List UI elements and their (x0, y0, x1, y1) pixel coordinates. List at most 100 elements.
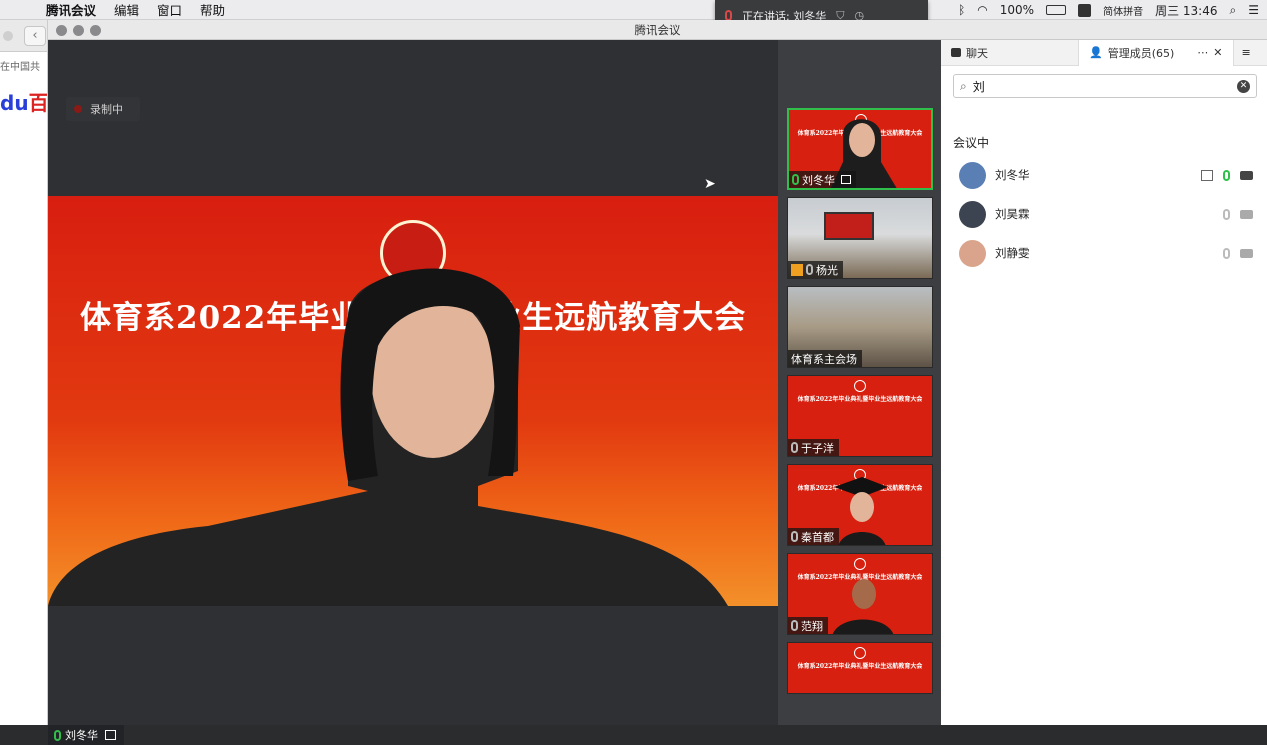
spotlight-search-icon[interactable]: ⌕ (1230, 3, 1237, 18)
back-button[interactable]: ‹ (24, 26, 46, 46)
avatar (959, 239, 986, 267)
control-center-icon[interactable]: ☰ (1248, 3, 1259, 17)
thumbnail-tile[interactable]: 体育系2022年毕业典礼暨毕业生远航教育大会 范翔 (787, 553, 933, 635)
panel-menu-icon[interactable]: ≡ (1242, 46, 1251, 59)
baidu-logo-paw-icon: du (0, 91, 29, 115)
zoom-window-button[interactable] (90, 25, 101, 36)
mic-muted-icon (791, 442, 798, 453)
baidu-logo-text: 百 (28, 91, 47, 115)
thumbnail-tile[interactable]: 杨光 (787, 197, 933, 279)
university-emblem-icon (854, 647, 866, 659)
member-row[interactable]: 刘昊霖 (941, 195, 1267, 233)
participant-thumbnail-strip[interactable]: 体育系2022年毕业典礼暨毕业生远航教育大会 刘冬华 杨光 体育系主会场 体育系… (778, 40, 941, 725)
mic-muted-icon (791, 531, 798, 542)
thumbnail-caption: 秦首都 (788, 528, 839, 545)
window-title: 腾讯会议 (634, 23, 681, 37)
member-name: 刘昊霖 (995, 207, 1030, 221)
thumbnail-banner-text: 体育系2022年毕业典礼暨毕业生远航教育大会 (797, 396, 923, 403)
member-name: 刘静雯 (995, 246, 1030, 260)
university-emblem-icon (854, 558, 866, 570)
speaker-silhouette (48, 268, 728, 606)
mic-muted-icon[interactable] (1223, 247, 1230, 259)
main-speaker-label: 刘冬华 (48, 725, 124, 745)
clear-search-icon[interactable]: ✕ (1237, 79, 1250, 93)
tab-chat-label: 聊天 (966, 46, 988, 60)
host-badge-icon (791, 263, 803, 276)
main-video-area[interactable]: 录制中 体育系2022年毕业典礼暨毕业生远航教育大会 ➤ 刘冬华 (48, 40, 778, 745)
window-close-dot[interactable] (3, 31, 13, 41)
thumbnail-tile[interactable]: 体育系2022年毕业典礼暨毕业生远航教育大会 (787, 642, 933, 694)
tab-members[interactable]: 👤 管理成员(65) ⋯ ✕ (1078, 39, 1234, 66)
thumbnail-name: 于子洋 (801, 441, 834, 455)
thumbnail-tile[interactable]: 体育系2022年毕业典礼暨毕业生远航教育大会 于子洋 (787, 375, 933, 457)
speaker-video-feed: 体育系2022年毕业典礼暨毕业生远航教育大会 (48, 196, 778, 606)
menu-app-name[interactable]: 腾讯会议 (46, 0, 96, 19)
thumbnail-tile[interactable]: 体育系2022年毕业典礼暨毕业生远航教育大会 秦首都 (787, 464, 933, 546)
camera-off-icon[interactable] (1240, 248, 1253, 258)
record-dot-icon (74, 105, 82, 113)
thumbnail-name: 秦首都 (801, 530, 834, 544)
main-speaker-name: 刘冬华 (65, 729, 98, 742)
thumbnail-tile[interactable]: 体育系2022年毕业典礼暨毕业生远航教育大会 刘冬华 (787, 108, 933, 190)
menu-window[interactable]: 窗口 (157, 0, 182, 19)
side-panel: 聊天 👤 管理成员(65) ⋯ ✕ ≡ ⌕ ✕ 会议中 刘冬华 刘昊霖 (941, 39, 1267, 725)
mic-on-icon (792, 174, 799, 185)
screen-share-icon (841, 175, 851, 184)
chat-icon (951, 48, 961, 57)
input-method-icon[interactable] (1078, 3, 1092, 17)
participant-silhouette (833, 579, 893, 634)
screen-share-icon[interactable] (1201, 169, 1213, 181)
browser-page-snippet: 在中国共 (0, 62, 40, 73)
thumbnail-banner-text: 体育系2022年毕业典礼暨毕业生远航教育大会 (797, 663, 923, 670)
tab-chat[interactable]: 聊天 (941, 40, 998, 66)
avatar (959, 200, 986, 228)
battery-icon (1046, 5, 1067, 15)
close-window-button[interactable] (56, 25, 67, 36)
section-title-in-meeting: 会议中 (953, 136, 990, 150)
thumbnail-caption: 于子洋 (788, 439, 839, 456)
thumbnail-caption: 刘冬华 (789, 171, 856, 188)
mic-on-icon (54, 729, 61, 741)
more-icon[interactable]: ⋯ (1197, 46, 1208, 59)
menu-edit[interactable]: 编辑 (114, 0, 139, 19)
minimize-window-button[interactable] (73, 25, 84, 36)
thumbnail-caption: 体育系主会场 (788, 350, 862, 367)
member-search-input[interactable] (972, 79, 1231, 93)
baidu-logo: du百 (0, 87, 47, 116)
bluetooth-icon[interactable]: ᛒ (958, 3, 965, 17)
camera-off-icon[interactable] (1240, 209, 1253, 219)
close-icon[interactable]: ✕ (1213, 46, 1222, 59)
member-row[interactable]: 刘静雯 (941, 234, 1267, 272)
camera-on-icon[interactable] (1240, 170, 1253, 180)
mic-on-icon[interactable] (1223, 169, 1230, 181)
user-icon: 👤 (1089, 46, 1103, 59)
mic-muted-icon (806, 264, 813, 275)
mic-muted-icon[interactable] (1223, 208, 1230, 220)
thumbnail-name: 刘冬华 (802, 173, 835, 187)
screen-share-icon (105, 730, 116, 740)
input-method-label[interactable]: 简体拼音 (1103, 3, 1143, 18)
thumbnail-caption: 范翔 (788, 617, 828, 634)
clock[interactable]: 周三 13:46 (1155, 2, 1217, 19)
meeting-window: 腾讯会议 录制中 体育系2022年毕业典礼暨毕业生远航教育大会 ➤ 刘冬华 体育… (48, 20, 1267, 745)
avatar (959, 161, 986, 189)
menu-help[interactable]: 帮助 (200, 0, 225, 19)
background-browser-window: ‹ 在中国共 du百 (0, 20, 48, 725)
thumbnail-name: 体育系主会场 (791, 352, 857, 366)
room-screen (824, 212, 874, 240)
wifi-icon[interactable]: ◠ (977, 3, 987, 17)
thumbnail-tile[interactable]: 体育系主会场 (787, 286, 933, 368)
thumbnail-name: 范翔 (801, 619, 823, 633)
recording-label: 录制中 (90, 103, 123, 116)
panel-tabs: 聊天 👤 管理成员(65) ⋯ ✕ ≡ (941, 39, 1267, 66)
thumbnail-name: 杨光 (816, 263, 838, 277)
search-icon: ⌕ (960, 78, 967, 93)
member-search-field[interactable]: ⌕ ✕ (953, 74, 1257, 98)
recording-badge[interactable]: 录制中 (66, 97, 140, 121)
member-row[interactable]: 刘冬华 (941, 156, 1267, 194)
thumbnail-caption: 杨光 (788, 261, 843, 278)
mic-muted-icon (791, 620, 798, 631)
battery-percent[interactable]: 100% (1000, 3, 1034, 17)
mouse-pointer-icon: ➤ (704, 176, 716, 192)
window-titlebar: 腾讯会议 (48, 20, 1267, 40)
